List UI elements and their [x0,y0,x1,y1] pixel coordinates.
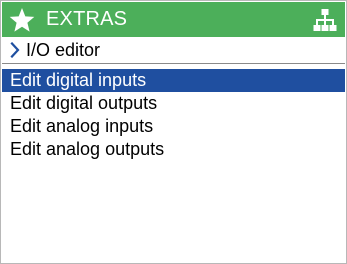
network-icon[interactable] [313,8,337,32]
chevron-right-icon [10,42,20,58]
title-bar: EXTRAS [2,2,345,37]
screen: EXTRAS I/O editor Edit digital inputs Edi… [0,0,347,264]
menu-list: Edit digital inputs Edit digital outputs E… [2,69,345,161]
page-title: EXTRAS [46,8,128,30]
star-icon [9,8,35,32]
menu-item[interactable]: Edit digital inputs [2,69,345,92]
breadcrumb[interactable]: I/O editor [2,37,345,64]
menu-item[interactable]: Edit digital outputs [2,92,345,115]
breadcrumb-label: I/O editor [26,40,101,60]
menu-item[interactable]: Edit analog outputs [2,138,345,161]
menu-item[interactable]: Edit analog inputs [2,115,345,138]
